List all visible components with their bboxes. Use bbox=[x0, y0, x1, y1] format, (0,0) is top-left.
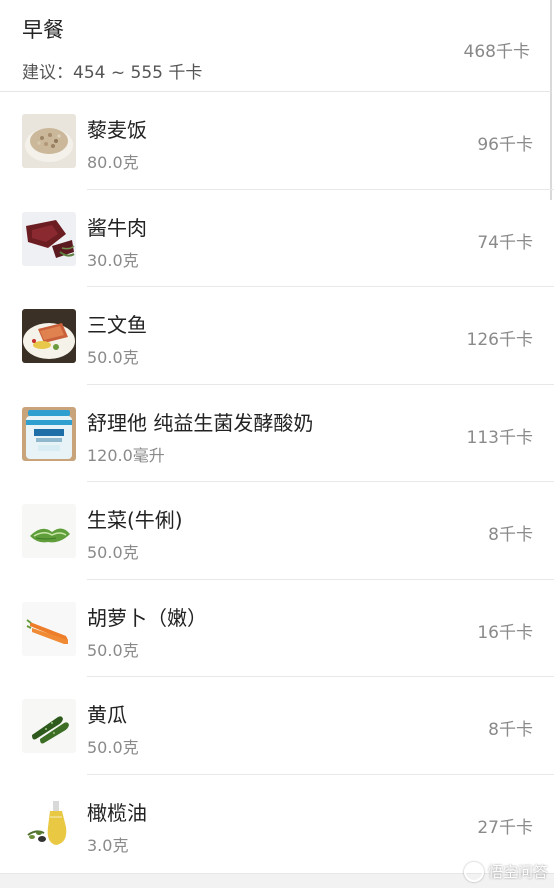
food-amount: 30.0克 bbox=[87, 250, 139, 270]
watermark-text: 悟空问答 bbox=[487, 863, 548, 881]
food-name: 橄榄油 bbox=[87, 800, 147, 825]
food-kcal: 8千卡 bbox=[488, 525, 533, 545]
food-amount: 50.0克 bbox=[87, 738, 139, 757]
food-amount: 50.0克 bbox=[87, 543, 139, 562]
wukong-logo-icon bbox=[463, 861, 484, 882]
food-item-cucumber[interactable]: 黄瓜 50.0克 8千卡 bbox=[0, 677, 554, 775]
food-amount: 50.0克 bbox=[87, 640, 139, 660]
food-item-olive-oil[interactable]: 橄榄油 3.0克 27千卡 bbox=[0, 775, 554, 873]
food-kcal: 113千卡 bbox=[466, 427, 533, 448]
food-kcal: 74千卡 bbox=[477, 232, 533, 253]
food-item-quinoa-rice[interactable]: 藜麦饭 80.0克 96千卡 bbox=[0, 92, 554, 190]
food-amount: 80.0克 bbox=[87, 153, 139, 172]
watermark: 悟空问答 bbox=[463, 861, 548, 882]
meal-total-kcal: 468千卡 bbox=[463, 42, 530, 62]
food-name: 生菜(牛俐) bbox=[87, 508, 183, 532]
food-item-braised-beef[interactable]: 酱牛肉 30.0克 74千卡 bbox=[0, 190, 554, 287]
meal-title: 早餐 bbox=[22, 18, 64, 42]
food-item-carrot[interactable]: 胡萝卜（嫩） 50.0克 16千卡 bbox=[0, 580, 554, 677]
food-kcal: 27千卡 bbox=[477, 817, 533, 838]
food-list: 藜麦饭 80.0克 96千卡 酱牛肉 30.0克 74千卡 三文鱼 50.0克 … bbox=[0, 92, 554, 872]
carrot-icon bbox=[22, 601, 76, 656]
food-amount: 3.0克 bbox=[87, 835, 129, 855]
food-amount: 120.0毫升 bbox=[87, 445, 165, 465]
food-kcal: 8千卡 bbox=[488, 720, 533, 740]
food-item-lettuce[interactable]: 生菜(牛俐) 50.0克 8千卡 bbox=[0, 482, 554, 580]
food-name: 酱牛肉 bbox=[87, 215, 147, 240]
food-kcal: 126千卡 bbox=[466, 330, 533, 350]
braised-beef-icon bbox=[22, 211, 76, 266]
yogurt-icon bbox=[22, 406, 76, 461]
salmon-icon bbox=[22, 309, 76, 363]
food-name: 藜麦饭 bbox=[87, 118, 147, 142]
food-item-salmon[interactable]: 三文鱼 50.0克 126千卡 bbox=[0, 287, 554, 385]
quinoa-rice-icon bbox=[22, 114, 76, 168]
cucumber-icon bbox=[22, 699, 76, 753]
food-kcal: 16千卡 bbox=[477, 622, 533, 643]
food-kcal: 96千卡 bbox=[477, 135, 533, 155]
food-name: 三文鱼 bbox=[87, 313, 147, 337]
olive-oil-icon bbox=[22, 796, 76, 851]
food-item-yogurt[interactable]: 舒理他 纯益生菌发酵酸奶 120.0毫升 113千卡 bbox=[0, 385, 554, 482]
food-name: 胡萝卜（嫩） bbox=[87, 605, 207, 630]
food-amount: 50.0克 bbox=[87, 348, 139, 367]
food-name: 黄瓜 bbox=[87, 703, 127, 727]
meal-header[interactable]: 早餐 建议：454 ~ 555 千卡 468千卡 bbox=[0, 0, 552, 92]
lettuce-icon bbox=[22, 504, 76, 558]
calorie-suggestion: 建议：454 ~ 555 千卡 bbox=[22, 63, 203, 83]
food-name: 舒理他 纯益生菌发酵酸奶 bbox=[87, 410, 314, 435]
